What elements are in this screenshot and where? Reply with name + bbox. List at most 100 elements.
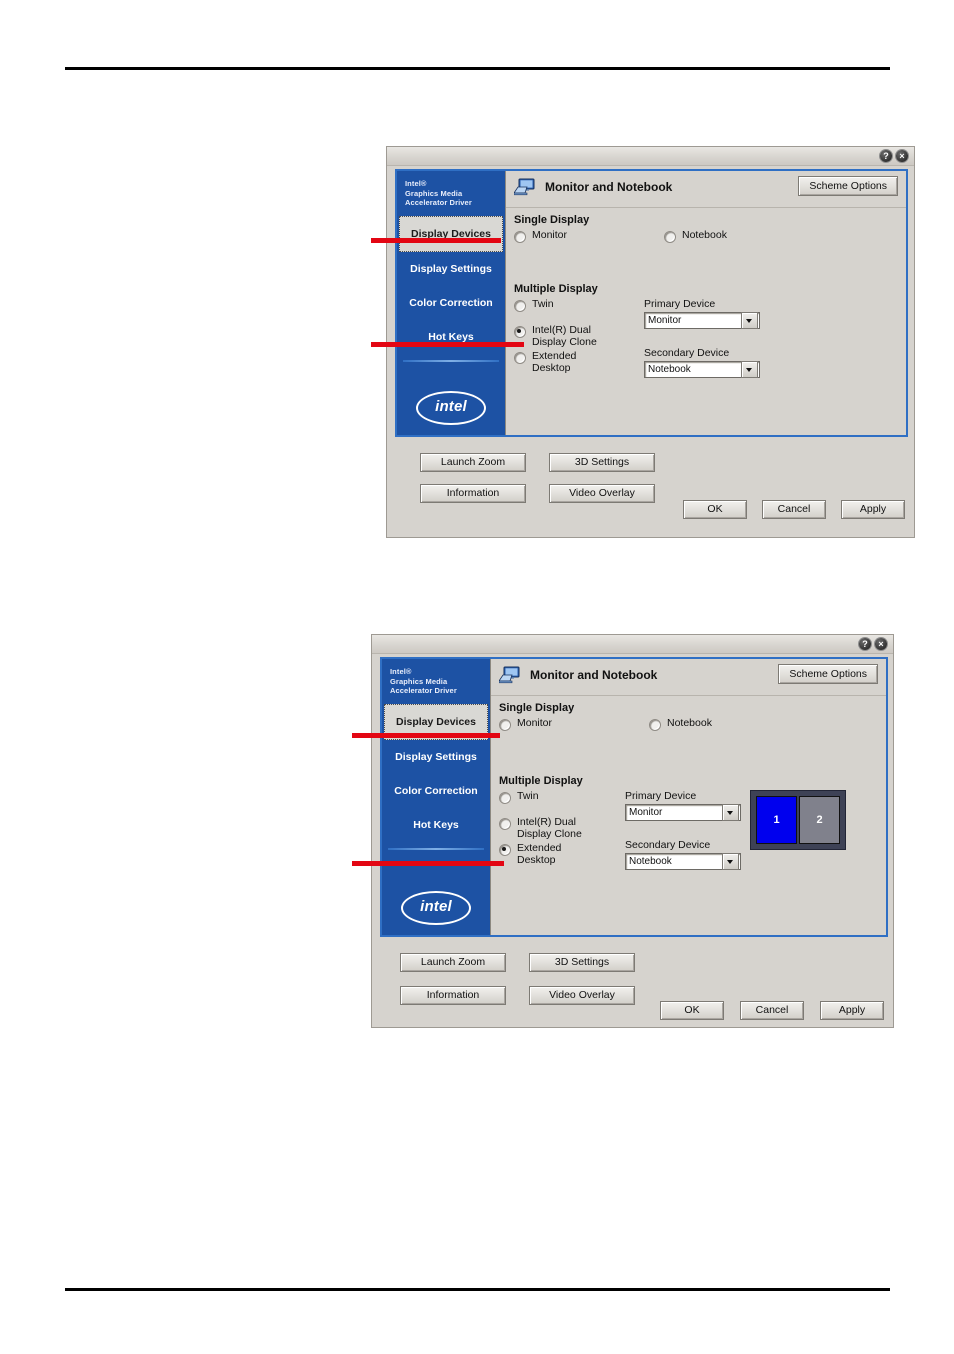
dialog1-radio-clone-label: Intel(R) Dual Display Clone [532, 324, 597, 348]
brand-line-2: Graphics Media [390, 676, 448, 686]
dialog1-3d-settings-button[interactable]: 3D Settings [549, 453, 655, 472]
radio-icon[interactable] [499, 719, 511, 731]
dialog2-information-button[interactable]: Information [400, 986, 506, 1005]
dialog2-nav-hot-keys[interactable]: Hot Keys [382, 808, 490, 842]
close-icon[interactable]: × [875, 638, 887, 650]
dialog2-ok-button[interactable]: OK [660, 1001, 724, 1020]
dialog2-radio-clone-label: Intel(R) Dual Display Clone [517, 816, 582, 840]
close-icon[interactable]: × [896, 150, 908, 162]
dialog2-panel-body: Single Display Monitor Notebook Multiple… [491, 696, 886, 876]
radio-icon[interactable] [499, 818, 511, 830]
intel-logo-icon: intel [416, 391, 486, 425]
dialog2-titlebar[interactable]: ? × [372, 635, 893, 654]
dialog1-radio-monitor-label: Monitor [532, 229, 568, 241]
annotation-pointer-1 [371, 238, 501, 243]
dialog1-nav-divider [403, 359, 499, 362]
dialog1-secondary-device-select[interactable]: Notebook [644, 361, 760, 378]
dialog2-radio-twin[interactable]: Twin [499, 790, 617, 804]
dialog2-radio-extended-desktop[interactable]: Extended Desktop [499, 842, 617, 866]
dialog2-display-arrangement-preview[interactable]: 1 2 [750, 790, 846, 850]
radio-icon[interactable] [514, 300, 526, 312]
dialog2-primary-device-select[interactable]: Monitor [625, 804, 741, 821]
dialog1-ok-button[interactable]: OK [683, 500, 747, 519]
dialog1-content: Monitor and Notebook Scheme Options Sing… [505, 171, 906, 435]
dialog1-nav-hot-keys[interactable]: Hot Keys [397, 320, 505, 354]
dialog1-sidebar: Intel® Graphics Media Accelerator Driver… [397, 171, 505, 435]
dialog2-radio-notebook-label: Notebook [667, 717, 712, 729]
dialog2-secondary-device-select[interactable]: Notebook [625, 853, 741, 870]
annotation-pointer-4 [352, 861, 504, 866]
dialog2-secondary-device-value: Notebook [629, 856, 672, 867]
preview-monitor-2[interactable]: 2 [799, 796, 840, 844]
dialog1-radio-extended-desktop[interactable]: Extended Desktop [514, 350, 634, 374]
monitor-notebook-icon [498, 666, 521, 684]
monitor-notebook-icon [513, 178, 536, 196]
dialog2-content-header: Monitor and Notebook Scheme Options [491, 659, 886, 696]
preview-monitor-1[interactable]: 1 [756, 796, 797, 844]
dialog1-information-button[interactable]: Information [420, 484, 526, 503]
radio-icon[interactable] [514, 231, 526, 243]
dialog1-page-title: Monitor and Notebook [545, 180, 673, 194]
dialog1-launch-zoom-button[interactable]: Launch Zoom [420, 453, 526, 472]
dialog2-nav: Display Devices Display Settings Color C… [382, 703, 490, 842]
dialog2-intel-logo: intel [382, 891, 490, 925]
dialog1-video-overlay-button[interactable]: Video Overlay [549, 484, 655, 503]
dialog1-radio-notebook[interactable]: Notebook [664, 229, 727, 243]
dialog2-radio-notebook[interactable]: Notebook [649, 717, 712, 731]
dialog1-radio-twin[interactable]: Twin [514, 298, 634, 312]
dialog1-titlebar-buttons: ? × [880, 150, 908, 162]
dialog2-radio-intel-dual-display-clone[interactable]: Intel(R) Dual Display Clone [499, 816, 617, 840]
dialog1-titlebar[interactable]: ? × [387, 147, 914, 166]
dialog2-launch-zoom-button[interactable]: Launch Zoom [400, 953, 506, 972]
dialog2-page-title: Monitor and Notebook [530, 668, 658, 682]
dialog1-intel-logo: intel [397, 391, 505, 425]
dialog1-nav-display-devices[interactable]: Display Devices [399, 215, 503, 252]
dialog1-multiple-display-label: Multiple Display [514, 283, 598, 295]
chevron-down-icon[interactable] [741, 312, 758, 329]
dialog2-video-overlay-button[interactable]: Video Overlay [529, 986, 635, 1005]
brand-line-1: Intel® [405, 179, 427, 188]
help-icon[interactable]: ? [880, 150, 892, 162]
radio-icon[interactable] [499, 844, 511, 856]
dialog2-apply-button[interactable]: Apply [820, 1001, 884, 1020]
dialog1-primary-device-select[interactable]: Monitor [644, 312, 760, 329]
chevron-down-icon[interactable] [741, 361, 758, 378]
dialog2-secondary-device-label: Secondary Device [625, 839, 711, 851]
dialog2-brand: Intel® Graphics Media Accelerator Driver [382, 659, 490, 696]
chevron-down-icon[interactable] [722, 804, 739, 821]
dialog1-radio-twin-label: Twin [532, 298, 554, 310]
dialog1-radio-notebook-label: Notebook [682, 229, 727, 241]
dialog1-brand: Intel® Graphics Media Accelerator Driver [397, 171, 505, 208]
dialog2-applet: Intel® Graphics Media Accelerator Driver… [380, 657, 888, 937]
dialog1-panel-body: Single Display Monitor Notebook Multiple… [506, 208, 906, 384]
dialog1-cancel-button[interactable]: Cancel [762, 500, 826, 519]
dialog2-radio-extended-label: Extended Desktop [517, 842, 562, 866]
brand-line-3: Accelerator Driver [405, 198, 472, 207]
dialog2-scheme-options-button[interactable]: Scheme Options [778, 664, 878, 684]
radio-icon[interactable] [499, 792, 511, 804]
dialog2-nav-color-correction[interactable]: Color Correction [382, 774, 490, 808]
intel-logo-icon: intel [401, 891, 471, 925]
dialog1-apply-button[interactable]: Apply [841, 500, 905, 519]
dialog1-nav-color-correction[interactable]: Color Correction [397, 286, 505, 320]
dialog1-nav-display-settings[interactable]: Display Settings [397, 252, 505, 286]
dialog1-scheme-options-button[interactable]: Scheme Options [798, 176, 898, 196]
radio-icon[interactable] [514, 326, 526, 338]
radio-icon[interactable] [664, 231, 676, 243]
dialog1-radio-extended-label: Extended Desktop [532, 350, 577, 374]
dialog2-radio-monitor[interactable]: Monitor [499, 717, 649, 731]
dialog1-radio-monitor[interactable]: Monitor [514, 229, 664, 243]
dialog1-header-left: Monitor and Notebook [513, 178, 673, 196]
dialog1-radio-intel-dual-display-clone[interactable]: Intel(R) Dual Display Clone [514, 324, 634, 348]
dialog1-secondary-device-value: Notebook [648, 364, 691, 375]
help-icon[interactable]: ? [859, 638, 871, 650]
radio-icon[interactable] [514, 352, 526, 364]
radio-icon[interactable] [649, 719, 661, 731]
dialog2-cancel-button[interactable]: Cancel [740, 1001, 804, 1020]
dialog2-3d-settings-button[interactable]: 3D Settings [529, 953, 635, 972]
dialog1-primary-device-value: Monitor [648, 315, 682, 326]
chevron-down-icon[interactable] [722, 853, 739, 870]
dialog2-footer: Launch Zoom 3D Settings Information Vide… [372, 943, 893, 1027]
dialog2-content: Monitor and Notebook Scheme Options Sing… [490, 659, 886, 935]
dialog2-nav-display-settings[interactable]: Display Settings [382, 740, 490, 774]
